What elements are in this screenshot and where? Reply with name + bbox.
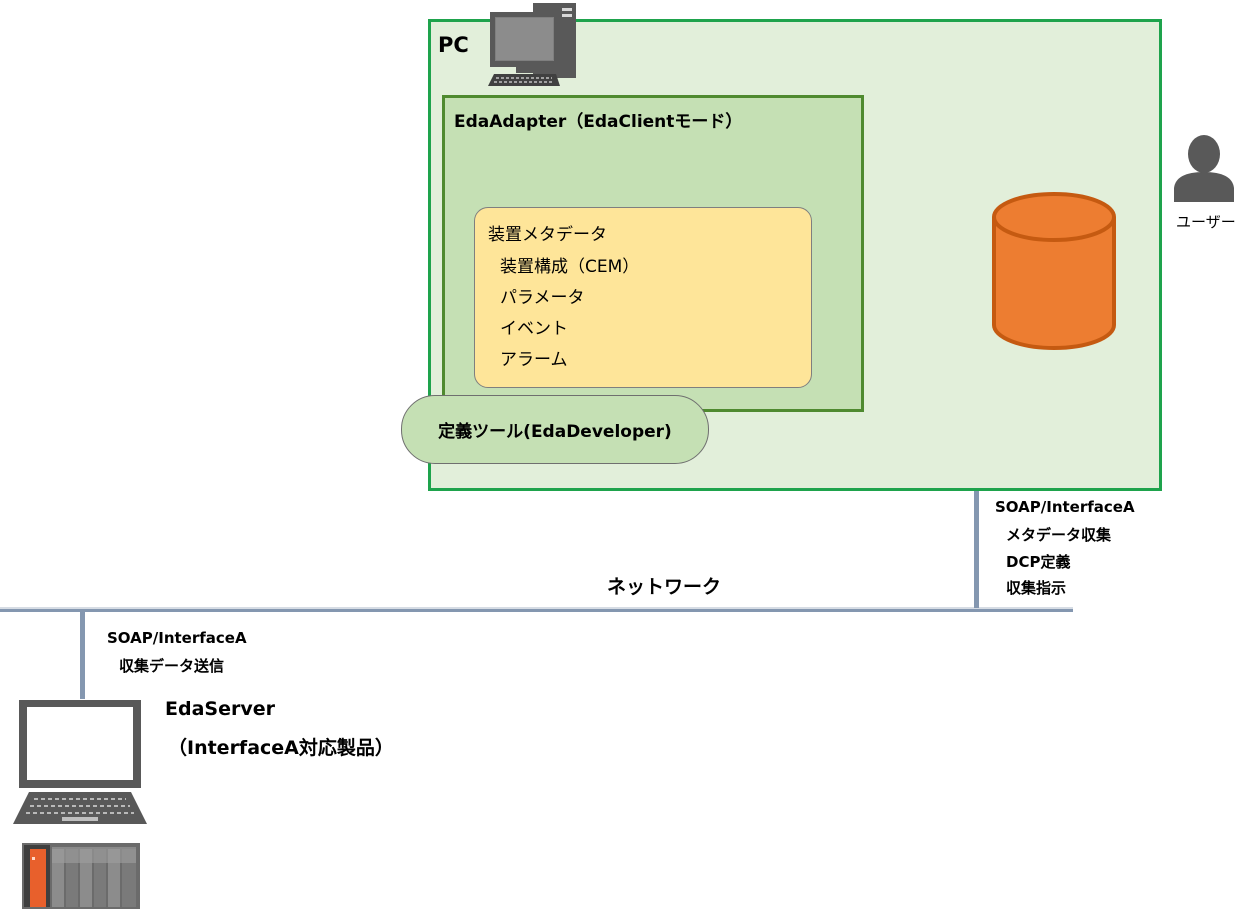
network-label: ネットワーク	[607, 576, 722, 598]
eda-adapter-title: EdaAdapter（EdaClientモード）	[454, 112, 743, 132]
definition-tool-box: 定義ツール(EdaDeveloper)	[401, 395, 709, 464]
eda-server-title: EdaServer	[165, 698, 275, 720]
database-icon	[992, 192, 1116, 350]
pc-network-link	[974, 488, 979, 608]
user-label: ユーザー	[1176, 213, 1236, 231]
metadata-item: イベント	[500, 319, 568, 339]
eda-server-subtitle: （InterfaceA対応製品）	[168, 737, 394, 759]
pc-link-item: DCP定義	[1006, 553, 1071, 571]
pc-link-item: 収集指示	[1006, 579, 1067, 597]
desktop-pc-icon	[488, 3, 576, 86]
pc-title: PC	[438, 33, 469, 57]
pc-link-item: メタデータ収集	[1006, 526, 1112, 544]
metadata-heading: 装置メタデータ	[488, 225, 607, 245]
network-bus-highlight	[0, 607, 1073, 609]
metadata-item: パラメータ	[500, 288, 585, 308]
pc-link-protocol: SOAP/InterfaceA	[995, 498, 1135, 516]
plc-device-icon	[22, 843, 140, 909]
user-icon	[1174, 135, 1234, 202]
metadata-item: 装置構成（CEM）	[500, 257, 640, 277]
server-link-item: 収集データ送信	[119, 657, 225, 675]
laptop-icon	[13, 700, 147, 824]
server-link-protocol: SOAP/InterfaceA	[107, 629, 247, 647]
server-network-link	[80, 611, 85, 699]
definition-tool-label: 定義ツール(EdaDeveloper)	[438, 422, 672, 442]
metadata-item: アラーム	[500, 350, 568, 370]
